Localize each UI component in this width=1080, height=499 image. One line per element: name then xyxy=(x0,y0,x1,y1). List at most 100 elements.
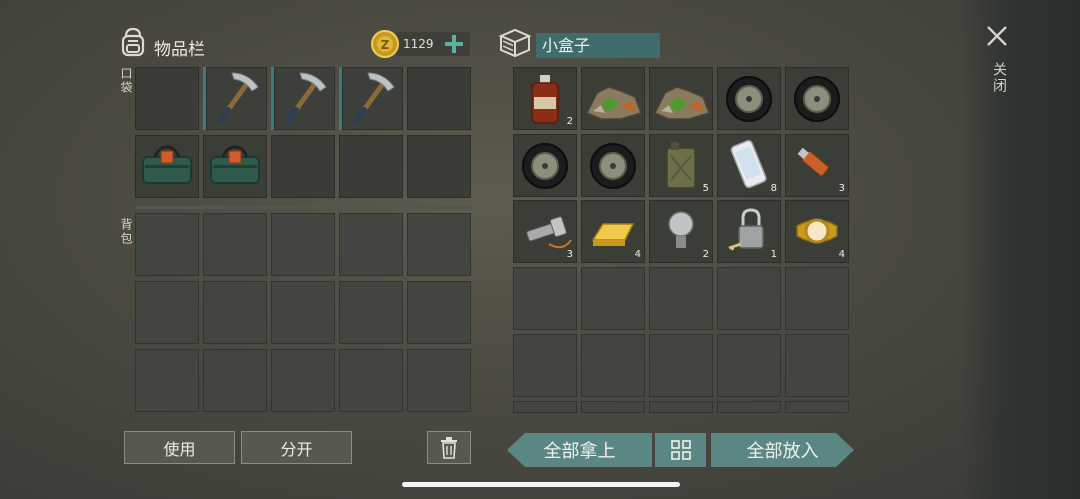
container-slot[interactable] xyxy=(649,334,713,397)
pocket-slot[interactable] xyxy=(271,67,335,130)
pickaxe-icon xyxy=(285,72,327,124)
container-slot[interactable] xyxy=(649,67,713,130)
scrap-pile-icon xyxy=(653,86,710,120)
pocket-slot[interactable] xyxy=(407,135,471,198)
container-slot[interactable] xyxy=(785,67,849,130)
container-slot[interactable]: 4 xyxy=(581,200,645,263)
backpack-slot[interactable] xyxy=(407,213,471,276)
container-slot[interactable]: 2 xyxy=(513,67,577,130)
pocket-slot[interactable] xyxy=(407,67,471,130)
container-slot[interactable]: 2 xyxy=(649,200,713,263)
backpack-slot[interactable] xyxy=(135,349,199,412)
container-slot[interactable] xyxy=(513,401,577,413)
section-divider xyxy=(135,206,471,209)
pickaxe-icon xyxy=(217,72,259,124)
container-slot[interactable]: 3 xyxy=(513,200,577,263)
backpack-slot[interactable] xyxy=(203,349,267,412)
backpack-slot[interactable] xyxy=(203,213,267,276)
item-count: 3 xyxy=(566,249,573,260)
backpack-slot[interactable] xyxy=(271,281,335,344)
container-slot[interactable] xyxy=(785,401,849,413)
container-slot[interactable]: 4 xyxy=(785,200,849,263)
trash-icon xyxy=(441,436,457,459)
pocket-label: 口袋 xyxy=(119,67,133,95)
container-slot[interactable] xyxy=(785,267,849,330)
container-slot[interactable]: 8 xyxy=(717,134,781,197)
svg-text:Z: Z xyxy=(381,38,390,52)
box-icon xyxy=(497,27,533,63)
trash-button[interactable] xyxy=(427,431,471,464)
container-slot[interactable] xyxy=(581,134,645,197)
backpack-icon xyxy=(117,26,149,62)
plus-icon xyxy=(445,35,463,53)
backpack-slot[interactable] xyxy=(271,349,335,412)
container-slot[interactable] xyxy=(581,267,645,330)
coin-count: 1129 xyxy=(403,37,434,51)
sort-button[interactable] xyxy=(655,433,706,467)
explosive-pack-icon xyxy=(210,145,260,184)
backpack-slot[interactable] xyxy=(339,281,403,344)
close-label: 关闭 xyxy=(991,62,1007,94)
item-count: 4 xyxy=(634,249,641,260)
item-count: 2 xyxy=(566,116,573,127)
backpack-slot[interactable] xyxy=(407,281,471,344)
car-wheel-icon xyxy=(590,143,636,189)
item-count: 4 xyxy=(838,249,845,260)
car-wheel-icon xyxy=(726,76,772,122)
backpack-slot[interactable] xyxy=(339,349,403,412)
container-slot[interactable] xyxy=(581,334,645,397)
backpack-slot[interactable] xyxy=(135,213,199,276)
backpack-slot[interactable] xyxy=(339,213,403,276)
backpack-slot[interactable] xyxy=(203,281,267,344)
pocket-slot[interactable] xyxy=(339,135,403,198)
pickaxe-icon xyxy=(353,72,395,124)
close-icon xyxy=(987,26,1007,46)
pocket-slot[interactable] xyxy=(203,135,267,198)
split-button[interactable]: 分开 xyxy=(241,431,352,464)
container-slot[interactable] xyxy=(649,267,713,330)
container-slot[interactable] xyxy=(513,134,577,197)
backpack-label: 背包 xyxy=(119,218,133,246)
add-coins-button[interactable] xyxy=(444,34,464,58)
home-indicator[interactable] xyxy=(402,482,680,487)
item-count: 5 xyxy=(702,183,709,194)
item-count: 2 xyxy=(702,249,709,260)
close-button[interactable]: 关闭 xyxy=(985,24,1011,104)
container-slot[interactable] xyxy=(649,401,713,413)
container-slot[interactable] xyxy=(717,334,781,397)
backpack-slot[interactable] xyxy=(271,213,335,276)
item-count: 1 xyxy=(770,249,777,260)
container-slot[interactable] xyxy=(581,401,645,413)
coin-icon: Z xyxy=(370,29,400,63)
use-button[interactable]: 使用 xyxy=(124,431,235,464)
scrap-pile-icon xyxy=(585,86,642,120)
pocket-slot[interactable] xyxy=(339,67,403,130)
backpack-slot[interactable] xyxy=(135,281,199,344)
container-slot[interactable]: 5 xyxy=(649,134,713,197)
pocket-slot[interactable] xyxy=(203,67,267,130)
container-slot[interactable]: 1 xyxy=(717,200,781,263)
container-slot[interactable] xyxy=(513,267,577,330)
right-side-shade xyxy=(960,0,1080,499)
put-all-button[interactable]: 全部放入 xyxy=(711,433,854,467)
container-slot[interactable] xyxy=(581,67,645,130)
car-wheel-icon xyxy=(794,76,840,122)
explosive-pack-icon xyxy=(142,145,192,184)
inventory-title: 物品栏 xyxy=(154,40,205,60)
take-all-button[interactable]: 全部拿上 xyxy=(507,433,652,467)
container-slot[interactable] xyxy=(717,401,781,413)
container-name: 小盒子 xyxy=(536,33,660,58)
container-slot[interactable] xyxy=(513,334,577,397)
backpack-slot[interactable] xyxy=(407,349,471,412)
container-slot[interactable] xyxy=(717,67,781,130)
container-slot[interactable] xyxy=(717,267,781,330)
item-count: 3 xyxy=(838,183,845,194)
item-count: 8 xyxy=(770,183,777,194)
pocket-slot[interactable] xyxy=(135,135,199,198)
pocket-slot[interactable] xyxy=(135,67,199,130)
car-wheel-icon xyxy=(522,143,568,189)
pocket-slot[interactable] xyxy=(271,135,335,198)
container-slot[interactable]: 3 xyxy=(785,134,849,197)
container-slot[interactable] xyxy=(785,334,849,397)
grid-icon xyxy=(670,440,691,460)
